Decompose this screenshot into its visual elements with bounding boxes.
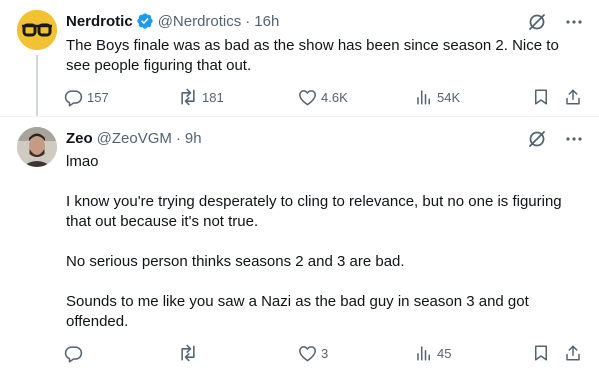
share-button[interactable]	[564, 341, 582, 365]
tweet-top-actions	[527, 12, 583, 32]
tweet-text-line: see people figuring that out.	[66, 57, 252, 74]
heart-icon	[299, 89, 316, 105]
avatar[interactable]	[17, 10, 57, 50]
tweet-text-line: I know you're trying desperately to clin…	[66, 193, 562, 210]
timestamp[interactable]: 9h	[185, 130, 202, 147]
share-icon	[566, 89, 580, 105]
more-options-icon[interactable]	[565, 13, 583, 31]
reply-button[interactable]	[64, 341, 87, 365]
bookmark-icon	[535, 345, 547, 361]
tweet-text: lmao I know you're trying desperately to…	[66, 152, 586, 332]
tweet-action-bar: 157 181 4.6K 54K	[60, 85, 590, 109]
verified-badge-icon	[137, 13, 153, 29]
handle[interactable]: @ZeoVGM	[97, 130, 172, 147]
tweet-top-actions	[527, 129, 583, 149]
tweet-zeo[interactable]: Zeo @ZeoVGM · 9h lmao I know you're tryi…	[0, 117, 599, 376]
like-count: 3	[321, 345, 329, 361]
glasses-avatar-icon	[17, 10, 57, 50]
tweet-text-line: The Boys finale was as bad as the show h…	[66, 37, 559, 54]
bookmark-icon	[535, 89, 547, 105]
repost-button[interactable]: 181	[178, 85, 224, 109]
tweet-nerdrotic[interactable]: Nerdrotic @Nerdrotics · 16h The Boys fin…	[0, 0, 599, 117]
grok-icon[interactable]	[527, 12, 547, 32]
avatar[interactable]	[17, 127, 57, 167]
thread-line	[36, 55, 38, 117]
timestamp[interactable]: 16h	[254, 13, 279, 30]
share-button[interactable]	[564, 85, 582, 109]
tweet-text-line: that out because it's not true.	[66, 213, 259, 230]
display-name[interactable]: Zeo	[66, 130, 93, 147]
view-count: 45	[437, 345, 452, 361]
tweet-text: The Boys finale was as bad as the show h…	[66, 36, 586, 76]
profile-photo-icon	[17, 127, 57, 167]
reply-button[interactable]: 157	[64, 85, 109, 109]
tweet-text-line: Sounds to me like you saw a Nazi as the …	[66, 293, 529, 310]
grok-icon[interactable]	[527, 129, 547, 149]
tweet-text-line: offended.	[66, 313, 129, 330]
share-icon	[566, 345, 580, 361]
views-button[interactable]: 45	[415, 341, 451, 365]
repost-icon	[181, 344, 195, 362]
display-name[interactable]: Nerdrotic	[66, 13, 133, 30]
tweet-text-line: lmao	[66, 153, 99, 170]
like-button[interactable]: 4.6K	[298, 85, 348, 109]
repost-icon	[181, 88, 195, 106]
like-count: 4.6K	[321, 89, 348, 105]
handle[interactable]: @Nerdrotics	[158, 13, 242, 30]
separator-dot: ·	[175, 129, 181, 147]
more-options-icon[interactable]	[565, 130, 583, 148]
like-button[interactable]: 3	[298, 341, 328, 365]
repost-count: 181	[202, 89, 224, 105]
tweet-header: Zeo @ZeoVGM · 9h	[66, 128, 202, 148]
view-count: 54K	[437, 89, 461, 105]
separator-dot: ·	[245, 12, 251, 30]
reply-icon	[64, 89, 83, 107]
bookmark-button[interactable]	[532, 85, 550, 109]
views-button[interactable]: 54K	[415, 85, 460, 109]
views-icon	[417, 90, 430, 105]
heart-icon	[299, 345, 316, 361]
repost-button[interactable]	[178, 341, 202, 365]
tweet-action-bar: 3 45	[60, 341, 590, 365]
reply-icon	[64, 345, 83, 363]
views-icon	[417, 346, 430, 361]
tweet-text-line: No serious person thinks seasons 2 and 3…	[66, 253, 405, 270]
tweet-header: Nerdrotic @Nerdrotics · 16h	[66, 11, 279, 31]
reply-count: 157	[87, 89, 109, 105]
bookmark-button[interactable]	[532, 341, 550, 365]
